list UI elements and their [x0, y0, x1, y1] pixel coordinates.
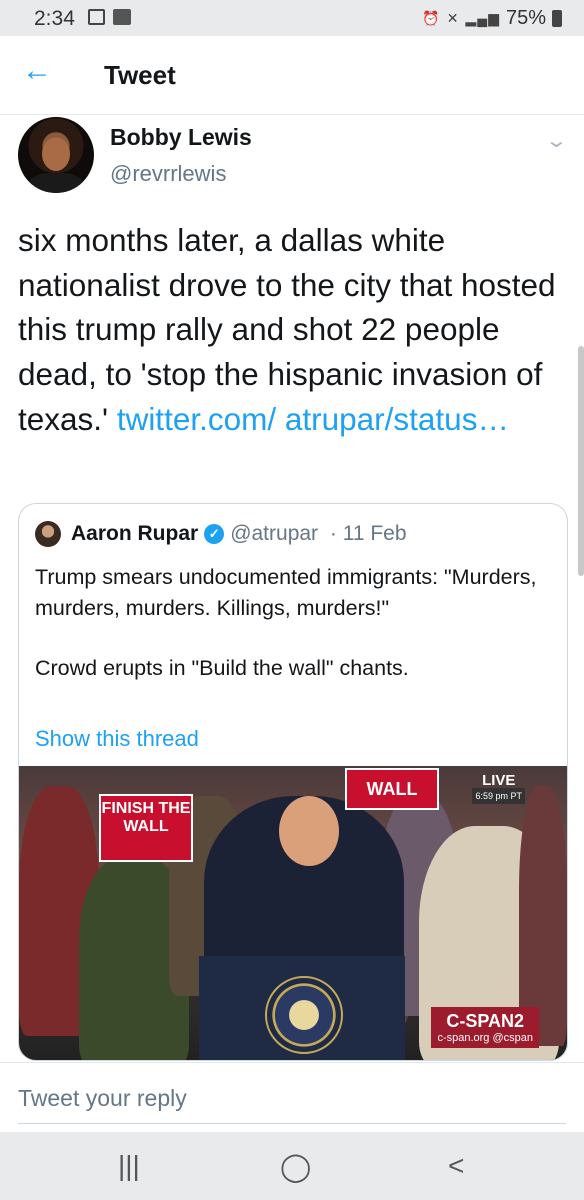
quoted-avatar: [35, 521, 61, 547]
system-nav-bar: ||| ◯ <: [0, 1132, 584, 1200]
live-time: 6:59 pm PT: [472, 788, 525, 804]
tweet-text: six months later, a dallas white nationa…: [18, 218, 574, 442]
scrollbar[interactable]: [578, 346, 584, 576]
signal-icon: ▂▄▆: [465, 10, 500, 26]
back-icon[interactable]: <: [448, 1150, 464, 1182]
live-badge: LIVE 6:59 pm PT: [472, 772, 525, 804]
screenshot-icon: [88, 9, 105, 25]
quoted-author-name: Aaron Rupar: [71, 522, 199, 545]
battery-icon: [552, 10, 562, 27]
quoted-author-handle: @atrupar: [230, 522, 319, 545]
app-header: ← Tweet: [0, 36, 584, 115]
clock: 2:34: [34, 7, 75, 30]
alarm-icon: ⏰: [422, 10, 441, 26]
quoted-text: Trump smears undocumented immigrants: "M…: [35, 562, 555, 684]
verified-badge-icon: ✓: [204, 524, 225, 544]
author-name[interactable]: Bobby Lewis: [110, 124, 252, 151]
live-label: LIVE: [482, 772, 516, 789]
quoted-text-line1: Trump smears undocumented immigrants: "M…: [35, 565, 537, 620]
arrow-left-icon[interactable]: ←: [22, 56, 52, 86]
reply-box[interactable]: Tweet your reply: [0, 1062, 584, 1133]
reply-input[interactable]: Tweet your reply: [18, 1085, 187, 1112]
quoted-text-line2: Crowd erupts in "Build the wall" chants.: [35, 656, 409, 680]
avatar[interactable]: [18, 117, 94, 193]
reply-underline: [18, 1123, 566, 1124]
home-icon[interactable]: ◯: [280, 1150, 311, 1183]
network-sub: c-span.org @cspan: [437, 1032, 533, 1044]
battery-percent: 75%: [505, 7, 546, 29]
presidential-seal: [265, 976, 343, 1054]
chevron-down-icon[interactable]: ⌄: [545, 128, 568, 153]
sign-wall: WALL: [345, 768, 439, 810]
recent-apps-icon[interactable]: |||: [118, 1150, 140, 1182]
author-handle[interactable]: @revrrlewis: [110, 161, 226, 187]
gallery-icon: [113, 9, 131, 25]
network-logo: C-SPAN2 c-span.org @cspan: [431, 1007, 539, 1048]
status-bar: 2:34 ⏰ ✕ ▂▄▆ 75%: [0, 0, 584, 36]
notification-icons: [88, 9, 131, 25]
mute-icon: ✕: [446, 10, 460, 26]
sign-finish-the-wall: FINISH THE WALL: [99, 794, 193, 862]
quoted-date: · 11 Feb: [329, 522, 407, 545]
page-title: Tweet: [104, 60, 176, 90]
status-right: ⏰ ✕ ▂▄▆ 75%: [422, 7, 562, 30]
quoted-tweet[interactable]: Aaron Rupar ✓ @atrupar · 11 Feb Trump smea…: [18, 503, 568, 1061]
show-thread-link[interactable]: Show this thread: [35, 726, 199, 752]
quoted-header: Aaron Rupar ✓ @atrupar · 11 Feb: [71, 522, 407, 546]
tweet-link[interactable]: twitter.com/ atrupar/status…: [117, 401, 509, 437]
network-name: C-SPAN2: [446, 1011, 525, 1031]
quoted-media-image[interactable]: FINISH THE WALL WALL LIVE 6:59 pm PT C-S…: [19, 766, 567, 1060]
